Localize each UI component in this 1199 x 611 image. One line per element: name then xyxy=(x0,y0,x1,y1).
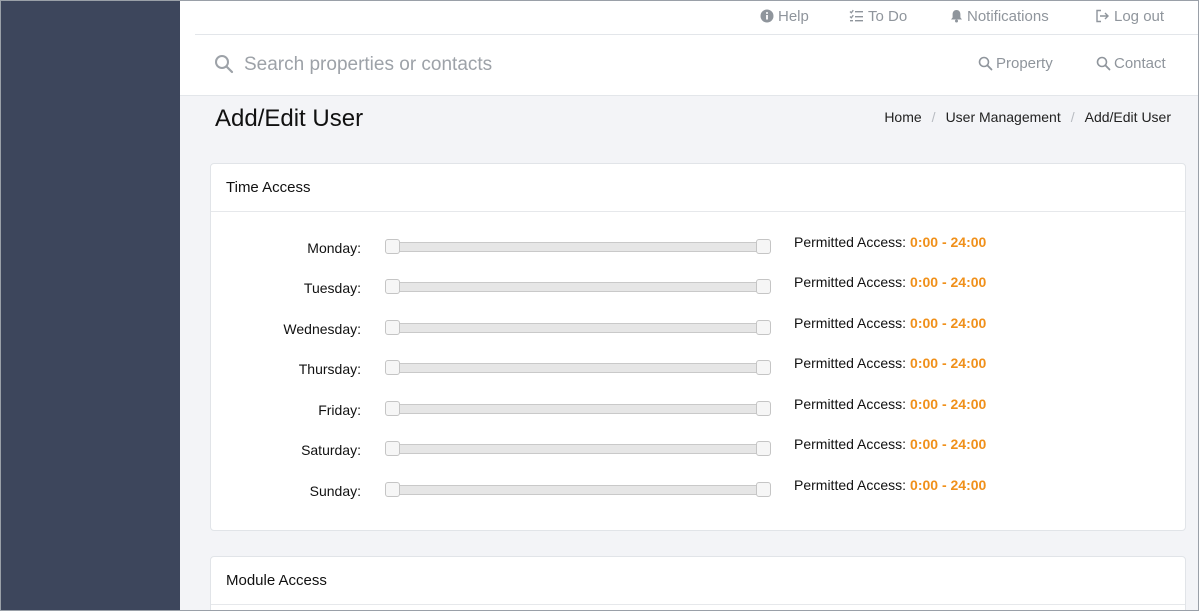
module-access-header: Module Access xyxy=(211,557,1185,605)
breadcrumb-user-management[interactable]: User Management xyxy=(946,109,1061,125)
bell-icon xyxy=(951,10,962,23)
permitted-access-value: 0:00 - 24:00 xyxy=(910,436,987,452)
day-label: Thursday: xyxy=(298,361,361,377)
slider-track xyxy=(386,485,770,495)
notifications-link[interactable]: Notifications xyxy=(950,6,1049,26)
time-range-slider[interactable] xyxy=(385,320,771,335)
page-title: Add/Edit User xyxy=(215,105,364,132)
slider-start-handle[interactable] xyxy=(385,239,400,254)
slider-end-handle[interactable] xyxy=(756,239,771,254)
breadcrumb-separator: / xyxy=(931,109,936,125)
slider-end-handle[interactable] xyxy=(756,401,771,416)
day-row-thursday: Thursday: Permitted Access: 0:00 - 24:00 xyxy=(211,355,1185,385)
permitted-access-value: 0:00 - 24:00 xyxy=(910,396,987,412)
main-area: Help To Do Notifications Log out Search … xyxy=(180,0,1199,611)
day-label: Monday: xyxy=(307,240,361,256)
time-range-slider[interactable] xyxy=(385,401,771,416)
property-search-link[interactable]: Property xyxy=(978,55,1053,72)
slider-start-handle[interactable] xyxy=(385,360,400,375)
time-range-slider[interactable] xyxy=(385,279,771,294)
permitted-access-value: 0:00 - 24:00 xyxy=(910,274,987,290)
permitted-access: Permitted Access: 0:00 - 24:00 xyxy=(794,274,986,290)
day-label: Saturday: xyxy=(301,442,361,458)
permitted-access-value: 0:00 - 24:00 xyxy=(910,234,987,250)
logout-label: Log out xyxy=(1114,7,1165,25)
slider-start-handle[interactable] xyxy=(385,401,400,416)
help-link[interactable]: Help xyxy=(760,6,809,26)
slider-track xyxy=(386,242,770,252)
day-label: Sunday: xyxy=(309,483,361,499)
time-range-slider[interactable] xyxy=(385,441,771,456)
permitted-access-value: 0:00 - 24:00 xyxy=(910,315,987,331)
slider-end-handle[interactable] xyxy=(756,320,771,335)
slider-start-handle[interactable] xyxy=(385,320,400,335)
permitted-access: Permitted Access: 0:00 - 24:00 xyxy=(794,396,986,412)
day-row-tuesday: Tuesday: Permitted Access: 0:00 - 24:00 xyxy=(211,274,1185,304)
logout-icon xyxy=(1096,9,1109,23)
day-row-sunday: Sunday: Permitted Access: 0:00 - 24:00 xyxy=(211,477,1185,507)
slider-track xyxy=(386,404,770,414)
search-icon xyxy=(978,56,993,71)
permitted-access-value: 0:00 - 24:00 xyxy=(910,477,987,493)
breadcrumb-current: Add/Edit User xyxy=(1084,109,1171,125)
time-range-slider[interactable] xyxy=(385,360,771,375)
slider-start-handle[interactable] xyxy=(385,441,400,456)
permitted-access-label: Permitted Access: xyxy=(794,315,907,331)
breadcrumb-separator: / xyxy=(1070,109,1075,125)
slider-end-handle[interactable] xyxy=(756,441,771,456)
day-label: Friday: xyxy=(318,402,361,418)
search-row: Property Contact xyxy=(180,35,1199,95)
permitted-access-label: Permitted Access: xyxy=(794,396,907,412)
permitted-access: Permitted Access: 0:00 - 24:00 xyxy=(794,234,986,250)
contact-search-label: Contact xyxy=(1114,55,1166,72)
day-row-friday: Friday: Permitted Access: 0:00 - 24:00 xyxy=(211,396,1185,426)
day-row-monday: Monday: Permitted Access: 0:00 - 24:00 xyxy=(211,234,1185,264)
slider-track xyxy=(386,323,770,333)
search-icon xyxy=(214,54,234,79)
time-access-header: Time Access xyxy=(211,164,1185,212)
logout-link[interactable]: Log out xyxy=(1095,6,1164,26)
permitted-access-value: 0:00 - 24:00 xyxy=(910,355,987,371)
permitted-access-label: Permitted Access: xyxy=(794,355,907,371)
todo-label: To Do xyxy=(868,7,908,25)
top-bar: Help To Do Notifications Log out Search … xyxy=(180,0,1199,96)
time-range-slider[interactable] xyxy=(385,482,771,497)
permitted-access: Permitted Access: 0:00 - 24:00 xyxy=(794,477,986,493)
slider-track xyxy=(386,444,770,454)
search-icon xyxy=(1096,56,1111,71)
day-label: Wednesday: xyxy=(283,321,361,337)
time-range-slider[interactable] xyxy=(385,239,771,254)
slider-track xyxy=(386,363,770,373)
permitted-access: Permitted Access: 0:00 - 24:00 xyxy=(794,315,986,331)
info-circle-icon xyxy=(760,9,774,23)
todo-link[interactable]: To Do xyxy=(849,6,907,26)
permitted-access-label: Permitted Access: xyxy=(794,234,907,250)
checklist-icon xyxy=(849,9,863,22)
sidebar xyxy=(0,0,180,611)
notifications-label: Notifications xyxy=(967,7,1049,25)
permitted-access: Permitted Access: 0:00 - 24:00 xyxy=(794,436,986,452)
top-links: Help To Do Notifications Log out xyxy=(195,0,1199,35)
slider-end-handle[interactable] xyxy=(756,360,771,375)
property-search-label: Property xyxy=(996,55,1053,72)
permitted-access: Permitted Access: 0:00 - 24:00 xyxy=(794,355,986,371)
search-input[interactable] xyxy=(244,51,664,79)
slider-start-handle[interactable] xyxy=(385,279,400,294)
permitted-access-label: Permitted Access: xyxy=(794,274,907,290)
slider-track xyxy=(386,282,770,292)
slider-end-handle[interactable] xyxy=(756,482,771,497)
slider-start-handle[interactable] xyxy=(385,482,400,497)
breadcrumb-home[interactable]: Home xyxy=(884,109,921,125)
day-label: Tuesday: xyxy=(303,280,361,296)
time-access-card: Time Access Monday: Permitted Access: 0:0… xyxy=(210,163,1186,531)
permitted-access-label: Permitted Access: xyxy=(794,436,907,452)
breadcrumb: Home / User Management / Add/Edit User xyxy=(884,109,1171,125)
day-row-saturday: Saturday: Permitted Access: 0:00 - 24:00 xyxy=(211,436,1185,466)
help-label: Help xyxy=(778,7,809,25)
slider-end-handle[interactable] xyxy=(756,279,771,294)
day-row-wednesday: Wednesday: Permitted Access: 0:00 - 24:00 xyxy=(211,315,1185,345)
permitted-access-label: Permitted Access: xyxy=(794,477,907,493)
module-access-card: Module Access xyxy=(210,556,1186,611)
contact-search-link[interactable]: Contact xyxy=(1096,55,1166,72)
